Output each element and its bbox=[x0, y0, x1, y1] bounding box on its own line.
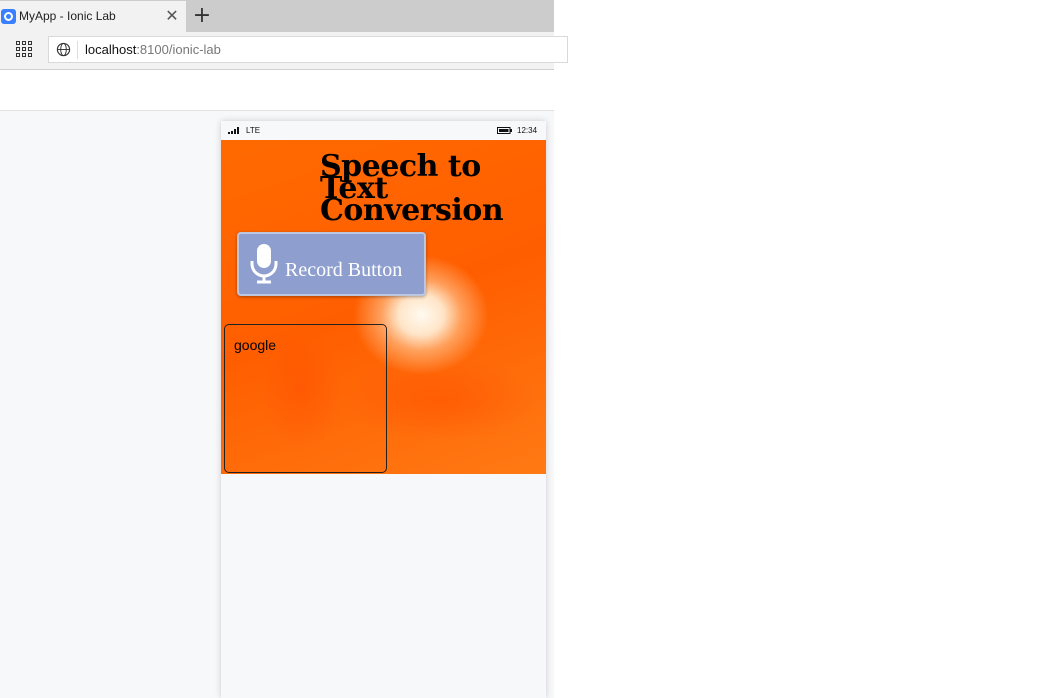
browser-window: MyApp - Ionic Lab ✕ + localhost:8100/ion… bbox=[0, 0, 568, 698]
plus-icon[interactable]: + bbox=[192, 5, 212, 27]
status-time: 12:34 bbox=[517, 126, 538, 135]
lab-header bbox=[0, 70, 554, 111]
ionic-logo-icon bbox=[1, 9, 16, 24]
browser-tab[interactable]: MyApp - Ionic Lab ✕ bbox=[0, 1, 186, 32]
transcription-text: google bbox=[234, 337, 277, 353]
carrier-label: LTE bbox=[246, 126, 261, 135]
record-button[interactable]: Record Button bbox=[237, 232, 426, 296]
close-icon[interactable]: ✕ bbox=[165, 8, 179, 24]
globe-icon bbox=[56, 42, 71, 57]
device-preview: LTE 12:34 Speech to Text Conversion Reco… bbox=[221, 121, 546, 698]
tab-title: MyApp - Ionic Lab bbox=[19, 9, 116, 23]
transcription-box: google bbox=[224, 324, 387, 473]
apps-grid-icon[interactable] bbox=[16, 41, 34, 59]
microphone-icon bbox=[250, 244, 278, 284]
url-host: localhost bbox=[85, 42, 137, 57]
browser-toolbar: localhost:8100/ionic-lab bbox=[0, 32, 568, 70]
signal-icon bbox=[228, 127, 239, 134]
record-button-label: Record Button bbox=[285, 259, 403, 281]
page-title: Speech to Text Conversion bbox=[320, 149, 504, 228]
app-content: Speech to Text Conversion Record Button … bbox=[221, 140, 546, 474]
battery-icon bbox=[497, 127, 512, 134]
address-separator bbox=[77, 41, 78, 59]
url-text[interactable]: localhost:8100/ionic-lab bbox=[85, 42, 221, 57]
device-status-bar: LTE 12:34 bbox=[221, 121, 546, 140]
address-bar[interactable]: localhost:8100/ionic-lab bbox=[48, 36, 568, 63]
url-path: :8100/ionic-lab bbox=[136, 42, 221, 57]
tab-bar: MyApp - Ionic Lab ✕ + bbox=[0, 0, 554, 32]
